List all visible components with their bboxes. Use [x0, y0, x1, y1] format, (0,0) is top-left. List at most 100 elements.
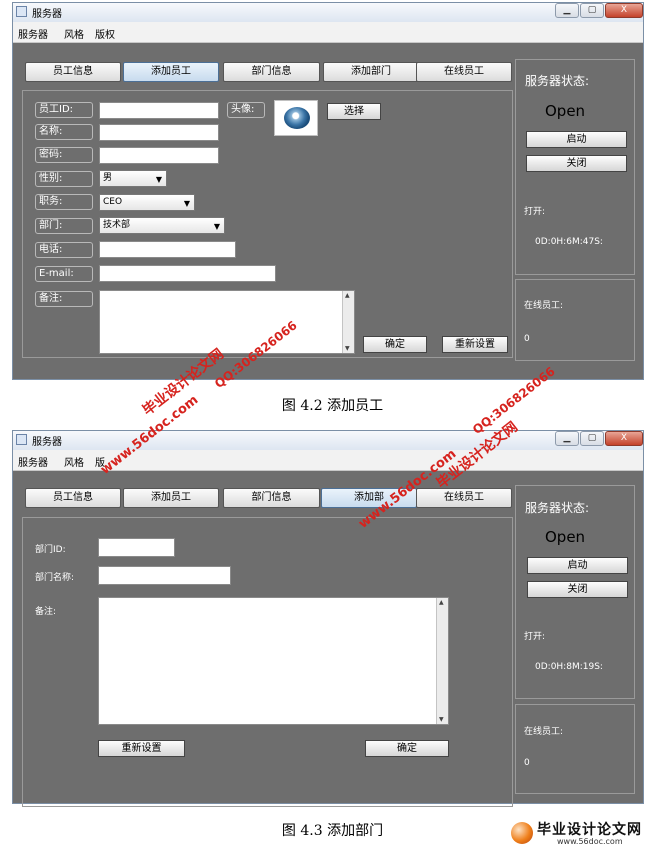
window-add-department: 服务器 ▁ ▢ X 服务器 风格 版 员工信息 添加员工 部门信息 添加部 在线… [12, 430, 644, 807]
content-area: 员工信息 添加员工 部门信息 添加部 在线员工 部门ID: 部门名称: 备注: … [13, 471, 643, 807]
form-panel: 员工ID: 头像: 选择 名称: 密码: 性别: 男 ▼ 职务: CEO ▼ 部门:… [22, 90, 513, 358]
confirm-button[interactable]: 确定 [365, 740, 449, 757]
avatar-image [274, 100, 318, 136]
app-icon [16, 434, 27, 445]
password-input[interactable] [99, 147, 219, 164]
minimize-button[interactable]: ▁ [555, 3, 579, 18]
position-value: CEO [103, 197, 123, 207]
email-input[interactable] [99, 265, 276, 282]
phone-input[interactable] [99, 241, 236, 258]
form-panel: 部门ID: 部门名称: 备注: ▲ ▼ 重新设置 确定 [22, 517, 513, 807]
tab-employee-info[interactable]: 员工信息 [25, 488, 121, 508]
menu-bar: 服务器 风格 版权 [13, 22, 643, 43]
dropdown-arrow-icon: ▼ [155, 175, 162, 184]
server-status-panel: 服务器状态: Open 启动 关闭 打开: 0D:0H:6M:47S: [515, 59, 635, 275]
logo-ball-icon [511, 822, 533, 844]
uptime-label: 打开: [524, 207, 546, 217]
maximize-button[interactable]: ▢ [580, 3, 604, 18]
remark-textarea[interactable]: ▲ ▼ [99, 290, 355, 354]
online-label: 在线员工: [524, 727, 564, 737]
server-status-title: 服务器状态: [525, 501, 590, 515]
server-status-title: 服务器状态: [525, 74, 590, 88]
server-state: Open [545, 528, 586, 546]
gender-value: 男 [103, 173, 113, 183]
tab-employee-info[interactable]: 员工信息 [25, 62, 121, 82]
department-name-input[interactable] [98, 566, 231, 585]
figure-caption-4-2: 图 4.2 添加员工 [281, 398, 384, 414]
scroll-up-icon[interactable]: ▲ [345, 292, 350, 299]
tab-department-info[interactable]: 部门信息 [223, 488, 320, 508]
minimize-button[interactable]: ▁ [555, 431, 579, 446]
reset-button[interactable]: 重新设置 [98, 740, 185, 757]
app-icon [16, 6, 27, 17]
tab-add-department[interactable]: 添加部门 [323, 62, 419, 82]
label-employee-id: 员工ID: [35, 102, 93, 118]
window-title: 服务器 [32, 9, 62, 20]
uptime-label: 打开: [524, 632, 546, 642]
window-add-employee: 服务器 ▁ ▢ X 服务器 风格 版权 员工信息 添加员工 部门信息 添加部门 … [12, 2, 644, 380]
remark-textarea[interactable]: ▲ ▼ [98, 597, 449, 725]
start-button[interactable]: 启动 [526, 131, 627, 148]
online-label: 在线员工: [524, 301, 564, 311]
label-remark: 备注: [35, 291, 93, 307]
stop-button[interactable]: 关闭 [526, 155, 627, 172]
choose-avatar-button[interactable]: 选择 [327, 103, 381, 120]
reset-button[interactable]: 重新设置 [442, 336, 508, 353]
tab-add-employee[interactable]: 添加员工 [123, 488, 219, 508]
label-department-name: 部门名称: [35, 573, 75, 583]
menu-style[interactable]: 风格 [64, 454, 84, 469]
online-count: 0 [524, 334, 530, 344]
server-state: Open [545, 102, 586, 120]
label-password: 密码: [35, 147, 93, 163]
tab-department-info[interactable]: 部门信息 [223, 62, 320, 82]
logo-text: 毕业设计论文网 [537, 822, 642, 838]
position-select[interactable]: CEO ▼ [99, 194, 195, 211]
gender-select[interactable]: 男 ▼ [99, 170, 167, 187]
dropdown-arrow-icon: ▼ [183, 199, 190, 208]
uptime-value: 0D:0H:8M:19S: [535, 662, 603, 672]
department-value: 技术部 [103, 220, 131, 230]
online-count: 0 [524, 758, 530, 768]
label-name: 名称: [35, 124, 93, 140]
scroll-down-icon[interactable]: ▼ [345, 345, 350, 352]
online-panel: 在线员工: 0 [515, 279, 635, 361]
employee-id-input[interactable] [99, 102, 219, 119]
label-department: 部门: [35, 218, 93, 234]
tab-online-employees[interactable]: 在线员工 [416, 488, 512, 508]
close-button[interactable]: X [605, 3, 643, 18]
dropdown-arrow-icon: ▼ [213, 222, 220, 231]
uptime-value: 0D:0H:6M:47S: [535, 237, 603, 247]
scroll-up-icon[interactable]: ▲ [439, 599, 444, 606]
label-email: E-mail: [35, 266, 93, 282]
name-input[interactable] [99, 124, 219, 141]
tab-add-employee[interactable]: 添加员工 [123, 62, 219, 82]
label-department-id: 部门ID: [35, 545, 66, 555]
start-button[interactable]: 启动 [527, 557, 628, 574]
menu-server[interactable]: 服务器 [18, 26, 48, 41]
remark-scrollbar[interactable]: ▲ ▼ [436, 598, 448, 724]
server-status-panel: 服务器状态: Open 启动 关闭 打开: 0D:0H:8M:19S: [515, 485, 635, 699]
title-bar: 服务器 ▁ ▢ X [13, 431, 643, 451]
menu-copyright[interactable]: 版权 [95, 26, 115, 41]
disc-icon [284, 107, 310, 129]
site-logo: 毕业设计论文网 www.56doc.com [505, 818, 665, 848]
menu-server[interactable]: 服务器 [18, 454, 48, 469]
department-select[interactable]: 技术部 ▼ [99, 217, 225, 234]
window-title: 服务器 [32, 437, 62, 448]
label-phone: 电话: [35, 242, 93, 258]
close-button[interactable]: X [605, 431, 643, 446]
scroll-down-icon[interactable]: ▼ [439, 716, 444, 723]
label-remark: 备注: [35, 607, 57, 617]
menu-style[interactable]: 风格 [64, 26, 84, 41]
tab-online-employees[interactable]: 在线员工 [416, 62, 512, 82]
title-bar: 服务器 ▁ ▢ X [13, 3, 643, 23]
content-area: 员工信息 添加员工 部门信息 添加部门 在线员工 员工ID: 头像: 选择 名称… [13, 43, 643, 379]
online-panel: 在线员工: 0 [515, 704, 635, 794]
maximize-button[interactable]: ▢ [580, 431, 604, 446]
label-position: 职务: [35, 194, 93, 210]
confirm-button[interactable]: 确定 [363, 336, 427, 353]
stop-button[interactable]: 关闭 [527, 581, 628, 598]
label-gender: 性别: [35, 171, 93, 187]
remark-scrollbar[interactable]: ▲ ▼ [342, 291, 354, 353]
department-id-input[interactable] [98, 538, 175, 557]
